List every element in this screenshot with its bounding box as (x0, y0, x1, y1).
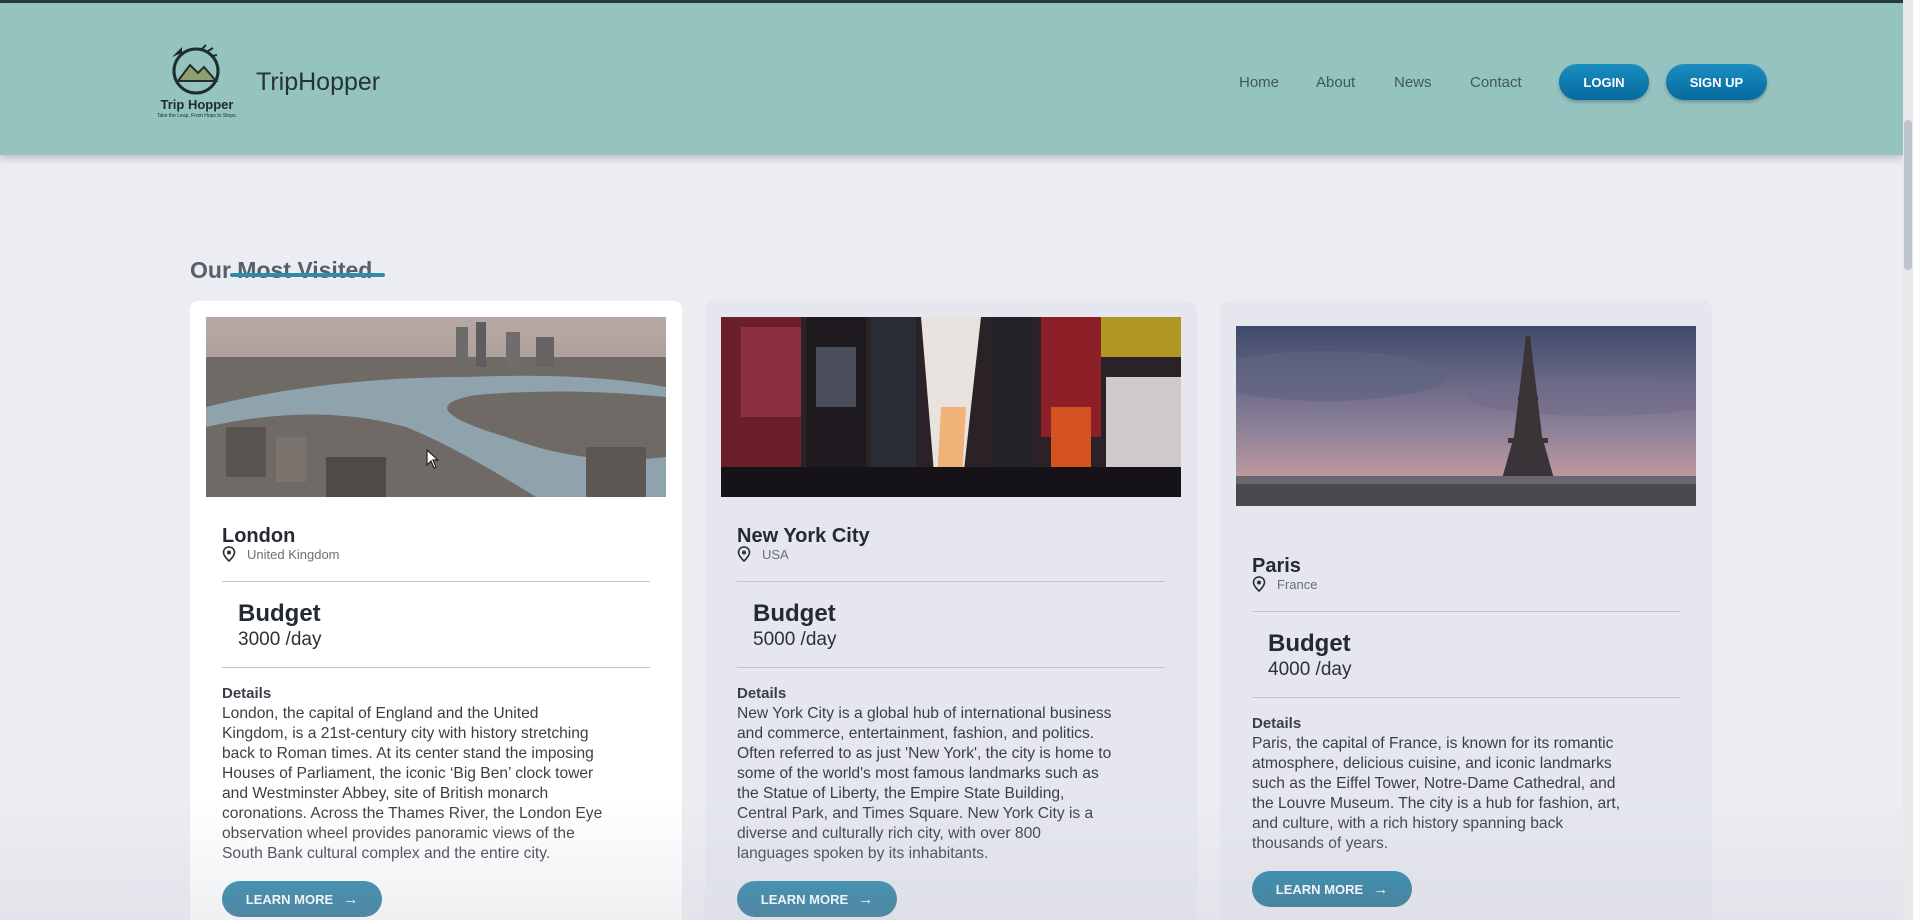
learn-more-button[interactable]: LEARN MORE → (737, 881, 897, 917)
learn-more-label: LEARN MORE (245, 891, 334, 907)
details-line: coronations. Across the Thames River, th… (222, 805, 603, 822)
details-line: and commerce, entertainment, fashion, an… (737, 725, 1095, 742)
nav-home[interactable]: Home (1239, 74, 1279, 91)
brand-name[interactable]: TripHopper (256, 68, 380, 97)
details-line: and culture, with a rich history spannin… (1252, 815, 1564, 832)
details-line: such as the Eiffel Tower, Notre-Dame Cat… (1252, 775, 1616, 792)
arrow-right-icon: → (343, 890, 359, 908)
card-divider (1252, 697, 1680, 698)
budget-value: 5000 /day (753, 629, 837, 650)
details-label: Details (1252, 715, 1302, 732)
details-line: atmosphere, delicious cuisine, and iconi… (1252, 755, 1612, 772)
details-line: thousands of years. (1252, 835, 1389, 852)
details-line: observation wheel provides panoramic vie… (222, 825, 575, 842)
location-pin-icon (737, 546, 751, 562)
section-title-underline (230, 273, 385, 277)
card-divider (222, 667, 650, 668)
details-line: London, the capital of England and the U… (222, 705, 539, 722)
card-city: London (222, 525, 296, 547)
details-line: back to Roman times. At its center stand… (222, 745, 594, 762)
card-city: Paris (1252, 555, 1301, 577)
details-text: Paris, the capital of France, is known f… (1252, 734, 1684, 854)
learn-more-label: LEARN MORE (1275, 881, 1364, 897)
destination-card-london: London United Kingdom Budget 3000 /day D… (190, 301, 682, 920)
details-line: Often referred to as just 'New York', th… (737, 745, 1112, 762)
new-york-photo (721, 317, 1181, 497)
details-label: Details (737, 685, 787, 702)
card-divider (222, 581, 650, 582)
login-button[interactable]: LOGIN (1559, 64, 1649, 100)
details-line: and Westminster Abbey, site of British m… (222, 785, 549, 802)
learn-more-button[interactable]: LEARN MORE → (222, 881, 382, 917)
details-line: South Bank cultural complex and the enti… (222, 845, 551, 862)
details-label: Details (222, 685, 272, 702)
card-divider (1252, 611, 1680, 612)
nav-contact[interactable]: Contact (1470, 74, 1522, 91)
logo-mountain-icon (172, 44, 220, 95)
card-divider (737, 667, 1165, 668)
signup-button[interactable]: SIGN UP (1666, 64, 1767, 100)
details-line: Paris, the capital of France, is known f… (1252, 735, 1614, 752)
arrow-right-icon: → (858, 890, 874, 908)
nav-news[interactable]: News (1394, 74, 1432, 91)
details-line: languages spoken by its inhabitants. (737, 845, 989, 862)
details-line: some of the world's most famous landmark… (737, 765, 1099, 782)
budget-value: 4000 /day (1268, 659, 1352, 680)
nav-about[interactable]: About (1316, 74, 1355, 91)
details-line: the Louvre Museum. The city is a hub for… (1252, 795, 1621, 812)
details-line: Kingdom, is a 21st-century city with his… (222, 725, 589, 742)
destination-card-new-york: New York City USA Budget 5000 /day Detai… (705, 301, 1197, 920)
location-pin-icon (222, 546, 236, 562)
brand-logo[interactable]: Trip Hopper Take the Leap, From Hops to … (150, 41, 244, 123)
budget-label: Budget (1268, 630, 1351, 657)
paris-photo (1236, 326, 1696, 506)
card-country: United Kingdom (247, 546, 340, 562)
card-location: France (1252, 576, 1317, 592)
arrow-right-icon: → (1373, 880, 1389, 898)
card-divider (737, 581, 1165, 582)
logo-text: Trip Hopper (160, 97, 234, 112)
learn-more-label: LEARN MORE (760, 891, 849, 907)
card-location: USA (737, 546, 789, 562)
navbar: Trip Hopper Take the Leap, From Hops to … (0, 3, 1903, 155)
card-country: USA (762, 546, 789, 562)
details-line: Houses of Parliament, the iconic ‘Big Be… (222, 765, 594, 782)
budget-value: 3000 /day (238, 629, 322, 650)
card-city: New York City (737, 525, 870, 547)
learn-more-button[interactable]: LEARN MORE → (1252, 871, 1412, 907)
details-text: London, the capital of England and the U… (222, 704, 654, 864)
details-line: New York City is a global hub of interna… (737, 705, 1112, 722)
card-location: United Kingdom (222, 546, 340, 562)
details-line: Central Park, and Times Square. New York… (737, 805, 1094, 822)
budget-label: Budget (753, 600, 836, 627)
destination-card-paris: Paris France Budget 4000 /day Details Pa… (1220, 301, 1712, 920)
details-line: diverse and culturally rich city, with o… (737, 825, 1041, 842)
section-title: Our Most Visited (190, 257, 373, 283)
details-text: New York City is a global hub of interna… (737, 704, 1169, 864)
scrollbar[interactable] (1903, 0, 1913, 920)
scrollbar-thumb[interactable] (1904, 120, 1912, 270)
budget-label: Budget (238, 600, 321, 627)
details-line: the Statue of Liberty, the Empire State … (737, 785, 1065, 802)
location-pin-icon (1252, 576, 1266, 592)
london-photo (206, 317, 666, 497)
mouse-cursor-icon (426, 449, 440, 469)
logo-tagline: Take the Leap, From Hops to Stops. (156, 113, 238, 119)
card-country: France (1277, 576, 1318, 592)
